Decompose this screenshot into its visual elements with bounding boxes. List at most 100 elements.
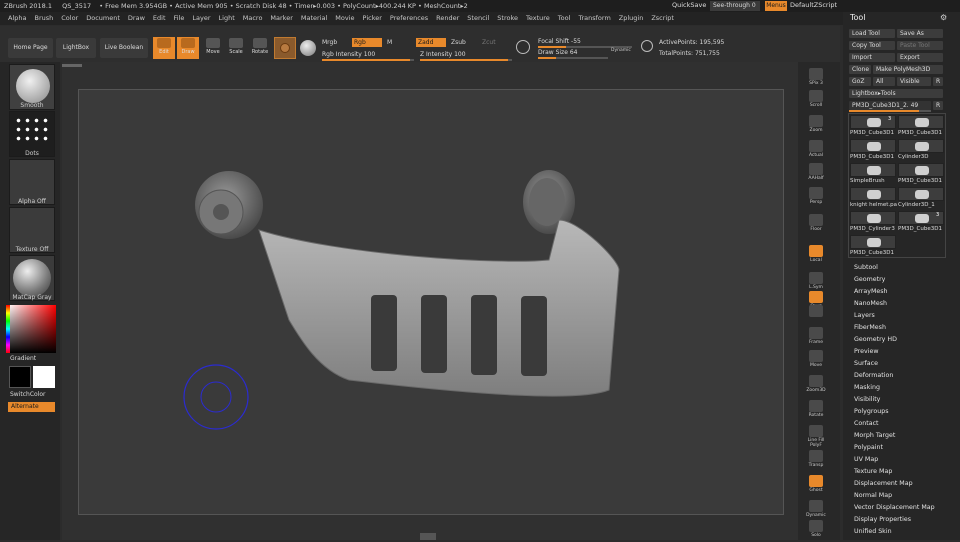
export-button[interactable]: Export — [897, 53, 943, 62]
menu-stroke[interactable]: Stroke — [497, 14, 518, 22]
subpalette-normal-map[interactable]: Normal Map — [854, 492, 892, 499]
subpalette-preview[interactable]: Preview — [854, 348, 879, 355]
brush-sphere-icon[interactable] — [300, 40, 316, 56]
right-shelf-button-4[interactable]: AAHalf — [806, 163, 826, 185]
subpalette-fibermesh[interactable]: FiberMesh — [854, 324, 886, 331]
right-shelf-button-3[interactable]: Actual — [806, 140, 826, 162]
current-tool-slider[interactable]: PM3D_Cube3D1_2. 49 — [849, 101, 931, 110]
lightbox-button[interactable]: LightBox — [56, 38, 96, 58]
subpalette-texture-map[interactable]: Texture Map — [854, 468, 892, 475]
default-zscript-button[interactable]: DefaultZScript — [790, 1, 837, 9]
home-page-button[interactable]: Home Page — [8, 38, 53, 58]
right-shelf-button-5[interactable]: Persp — [806, 187, 826, 209]
menu-alpha[interactable]: Alpha — [8, 14, 26, 22]
all-button[interactable]: All — [873, 77, 895, 86]
subpalette-visibility[interactable]: Visibility — [854, 396, 880, 403]
zsub-toggle[interactable]: Zsub — [451, 39, 466, 46]
draw-size-slider[interactable]: Draw Size 64 — [538, 48, 608, 59]
subpalette-uv-map[interactable]: UV Map — [854, 456, 878, 463]
scale-button[interactable]: Scale — [225, 37, 247, 59]
right-shelf-button-7[interactable]: Local — [806, 245, 826, 267]
right-shelf-button-12[interactable]: Move — [806, 350, 826, 372]
right-shelf-button-0[interactable]: SPix 3 — [806, 68, 826, 90]
subpalette-layers[interactable]: Layers — [854, 312, 875, 319]
move-button[interactable]: Move — [202, 37, 224, 59]
menu-zscript[interactable]: Zscript — [651, 14, 674, 22]
bottom-tray-handle[interactable] — [420, 533, 436, 540]
subpalette-subtool[interactable]: Subtool — [854, 264, 878, 271]
right-shelf-button-13[interactable]: Zoom3D — [806, 375, 826, 397]
copy-tool-button[interactable]: Copy Tool — [849, 41, 895, 50]
right-shelf-button-11[interactable]: Frame — [806, 327, 826, 349]
menu-preferences[interactable]: Preferences — [390, 14, 428, 22]
subpalette-surface[interactable]: Surface — [854, 360, 878, 367]
right-shelf-button-18[interactable]: Dynamic — [806, 500, 826, 522]
palette-close-icon[interactable]: ⚙ — [940, 13, 947, 22]
right-shelf-button-10[interactable] — [806, 305, 826, 327]
goz-button[interactable]: GoZ — [849, 77, 871, 86]
color-picker[interactable] — [6, 305, 56, 353]
edit-button[interactable]: Edit — [153, 37, 175, 59]
subpalette-nanomesh[interactable]: NanoMesh — [854, 300, 887, 307]
right-shelf-button-6[interactable]: Floor — [806, 214, 826, 236]
menu-macro[interactable]: Macro — [243, 14, 263, 22]
menus-toggle[interactable]: Menus — [765, 1, 787, 11]
hue-strip[interactable] — [6, 305, 10, 353]
subpalette-vector-displacement-map[interactable]: Vector Displacement Map — [854, 504, 935, 511]
right-shelf-button-19[interactable]: Solo — [806, 520, 826, 542]
save-as-button[interactable]: Save As — [897, 29, 943, 38]
menu-zplugin[interactable]: Zplugin — [619, 14, 644, 22]
right-shelf-button-16[interactable]: Transp — [806, 450, 826, 472]
subpalette-polypaint[interactable]: Polypaint — [854, 444, 883, 451]
subpalette-displacement-map[interactable]: Displacement Map — [854, 480, 913, 487]
lightbox-tools-button[interactable]: Lightbox▸Tools — [849, 89, 943, 98]
import-button[interactable]: Import — [849, 53, 895, 62]
subpalette-polygroups[interactable]: Polygroups — [854, 408, 888, 415]
subpalette-contact[interactable]: Contact — [854, 420, 879, 427]
live-boolean-button[interactable]: Live Boolean — [100, 38, 148, 58]
menu-render[interactable]: Render — [436, 14, 459, 22]
right-shelf-button-2[interactable]: Zoom — [806, 115, 826, 137]
z-intensity-slider[interactable]: Z Intensity 100 — [420, 50, 512, 61]
switch-color-button[interactable]: SwitchColor — [10, 391, 46, 398]
subpalette-geometry[interactable]: Geometry — [854, 276, 885, 283]
rotate-button[interactable]: Rotate — [249, 37, 271, 59]
see-through-slider[interactable]: See-through 0 — [710, 1, 760, 11]
current-tool-r-button[interactable]: R — [933, 101, 943, 110]
menu-movie[interactable]: Movie — [335, 14, 354, 22]
make-polymesh-button[interactable]: Make PolyMesh3D — [873, 65, 943, 74]
load-tool-button[interactable]: Load Tool — [849, 29, 895, 38]
right-shelf-button-1[interactable]: Scroll — [806, 90, 826, 112]
subpalette-masking[interactable]: Masking — [854, 384, 880, 391]
menu-picker[interactable]: Picker — [363, 14, 382, 22]
r-button[interactable]: R — [933, 77, 943, 86]
menu-edit[interactable]: Edit — [153, 14, 166, 22]
menu-stencil[interactable]: Stencil — [467, 14, 489, 22]
zadd-toggle[interactable]: Zadd — [416, 38, 446, 47]
menu-color[interactable]: Color — [61, 14, 78, 22]
visible-button[interactable]: Visible — [897, 77, 931, 86]
subpalette-unified-skin[interactable]: Unified Skin — [854, 528, 892, 535]
main-color-swatch[interactable] — [9, 366, 31, 388]
menu-material[interactable]: Material — [301, 14, 327, 22]
subpalette-arraymesh[interactable]: ArrayMesh — [854, 288, 888, 295]
menu-marker[interactable]: Marker — [270, 14, 292, 22]
menu-file[interactable]: File — [174, 14, 185, 22]
subpalette-morph-target[interactable]: Morph Target — [854, 432, 895, 439]
subpalette-display-properties[interactable]: Display Properties — [854, 516, 911, 523]
spotlight-icon[interactable] — [516, 40, 530, 54]
menu-brush[interactable]: Brush — [34, 14, 53, 22]
paste-tool-button[interactable]: Paste Tool — [897, 41, 943, 50]
right-shelf-button-14[interactable]: Rotate — [806, 400, 826, 422]
menu-layer[interactable]: Layer — [192, 14, 210, 22]
canvas-scroll-handle[interactable] — [62, 64, 82, 67]
menu-light[interactable]: Light — [219, 14, 235, 22]
focal-shift-slider[interactable]: Focal Shift -55 — [538, 37, 632, 48]
rgb-intensity-slider[interactable]: Rgb Intensity 100 — [322, 50, 414, 61]
menu-draw[interactable]: Draw — [128, 14, 145, 22]
mrgb-toggle[interactable]: Mrgb — [322, 39, 337, 46]
menu-tool[interactable]: Tool — [558, 14, 571, 22]
menu-transform[interactable]: Transform — [578, 14, 610, 22]
draw-button[interactable]: Draw — [177, 37, 199, 59]
material-swatch[interactable] — [274, 37, 296, 59]
